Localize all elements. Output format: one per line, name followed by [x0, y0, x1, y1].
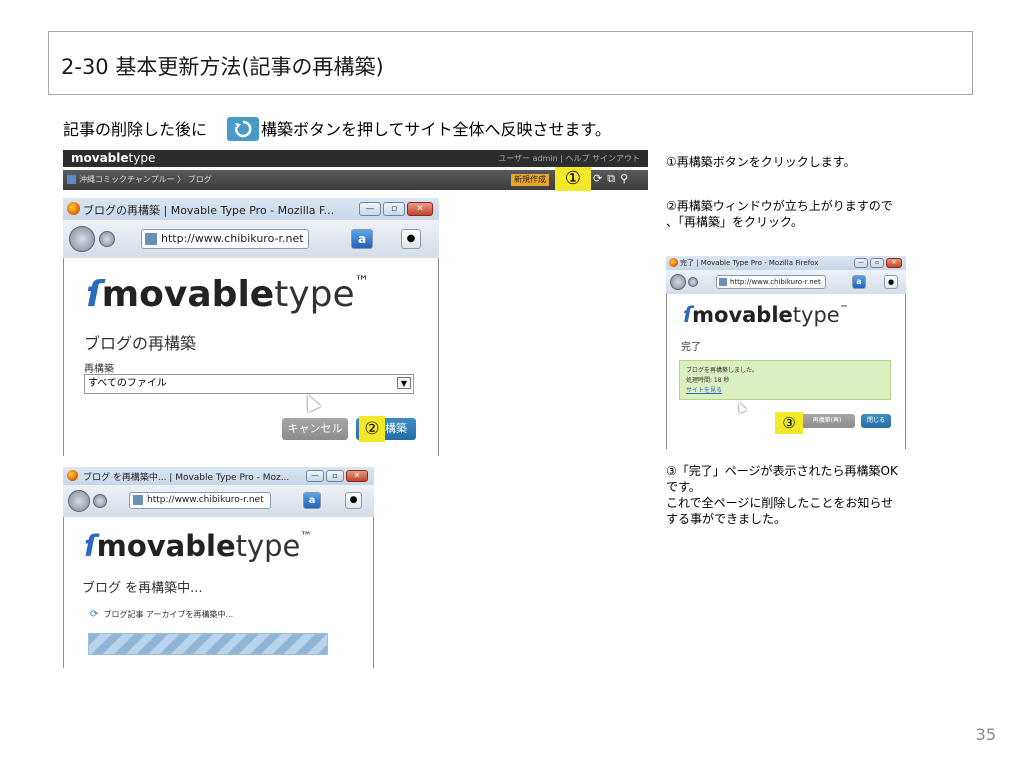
mt-toolbar-icons[interactable]: ⟳⧉⚲: [593, 172, 633, 186]
mt-user-menu[interactable]: ユーザー admin | ヘルプ サインアウト: [498, 153, 640, 164]
close-dialog-button[interactable]: 閉じる: [861, 414, 891, 428]
marker-2: ②: [359, 416, 385, 442]
addon-button[interactable]: ●: [345, 492, 362, 509]
addon-button[interactable]: ●: [884, 275, 898, 289]
mt-logo: movabletype: [71, 151, 156, 165]
search-icon[interactable]: ⚲: [620, 172, 633, 185]
blog-icon: [67, 175, 76, 184]
close-button[interactable]: ✕: [407, 202, 433, 216]
back-button[interactable]: [69, 226, 95, 252]
window-title: ブログ を再構築中... | Movable Type Pro - Moz...: [83, 473, 290, 483]
url-bar[interactable]: http://www.chibikuro-r.net: [716, 275, 826, 289]
mt-navbar: 沖縄コミックチャンプルー 〉 ブログ 新規作成 ① ⟳⧉⚲: [63, 167, 648, 191]
forward-button[interactable]: [93, 494, 107, 508]
browser-toolbar: http://www.chibikuro-r.net a ●: [63, 485, 374, 517]
minimize-button[interactable]: —: [306, 470, 324, 482]
marker-1: ①: [555, 167, 591, 191]
search-engine-button[interactable]: a: [303, 492, 321, 509]
browser-toolbar: http://www.chibikuro-r.net a ●: [63, 220, 439, 258]
window-title: ブログの再構築 | Movable Type Pro - Mozilla F..…: [83, 204, 335, 217]
view-site-link[interactable]: サイトを見る: [686, 385, 722, 394]
mt-header-screenshot: movabletype ユーザー admin | ヘルプ サインアウト 沖縄コミ…: [63, 150, 648, 191]
mt-topbar: movabletype ユーザー admin | ヘルプ サインアウト: [63, 150, 648, 167]
new-button[interactable]: 新規作成: [511, 174, 549, 186]
step-2-text: ②再構築ウィンドウが立ち上がりますので 、「再構築」をクリック。: [666, 199, 893, 229]
window-titlebar: 完了 | Movable Type Pro - Mozilla Firefox …: [666, 256, 906, 270]
maximize-button[interactable]: ▫: [383, 202, 405, 216]
mt-brand-logo: ſmovabletype™: [86, 274, 370, 315]
completion-message: ブログを再構築しました。 処理時間: 18 秒 サイトを見る: [679, 360, 891, 400]
progress-window: ブログ を再構築中... | Movable Type Pro - Moz...…: [63, 467, 374, 668]
cursor-icon: [735, 400, 747, 414]
forward-button[interactable]: [688, 277, 698, 287]
rebuild-again-button[interactable]: 再構築(再): [799, 414, 855, 428]
back-button[interactable]: [670, 274, 686, 290]
status-line: ⟳ ブログ記事 アーカイブを再構築中...: [90, 609, 234, 620]
browser-toolbar: http://www.chibikuro-r.net a ●: [666, 270, 906, 294]
rebuild-type-select[interactable]: すべてのファイル ▼: [84, 374, 414, 394]
minimize-button[interactable]: —: [359, 202, 381, 216]
page-number: 35: [975, 725, 996, 744]
globe-icon: [719, 278, 727, 286]
back-button[interactable]: [68, 490, 90, 512]
firefox-icon: [669, 258, 678, 267]
done-line-2: 処理時間: 18 秒: [686, 377, 730, 384]
mt-brand-logo: ſmovabletype™: [84, 529, 312, 563]
intro-line: 記事の削除した後に 構築ボタンを押してサイト全体へ反映させます。: [63, 116, 611, 143]
complete-window: 完了 | Movable Type Pro - Mozilla Firefox …: [666, 256, 906, 449]
dialog-heading: ブログ を再構築中...: [82, 581, 203, 596]
url-bar[interactable]: http://www.chibikuro-r.net: [129, 492, 271, 509]
cursor-icon: [301, 391, 321, 413]
intro-text-after: 構築ボタンを押してサイト全体へ反映させます。: [261, 120, 611, 139]
forward-button[interactable]: [99, 231, 115, 247]
search-engine-button[interactable]: a: [852, 275, 866, 289]
step-1-text: ①再構築ボタンをクリックします。: [666, 155, 856, 169]
close-button[interactable]: ✕: [346, 470, 368, 482]
view-site-icon[interactable]: ⧉: [607, 172, 620, 185]
chevron-down-icon: ▼: [397, 377, 411, 389]
addon-button[interactable]: ●: [401, 229, 421, 249]
window-body: ſmovabletype™ 完了 ブログを再構築しました。 処理時間: 18 秒…: [666, 294, 906, 449]
sync-spinner-icon: ⟳: [90, 609, 99, 620]
dialog-heading: 完了: [681, 342, 701, 353]
close-button[interactable]: ✕: [886, 258, 902, 268]
select-label: 再構築: [84, 364, 114, 375]
dialog-heading: ブログの再構築: [84, 334, 197, 353]
globe-icon: [145, 233, 157, 245]
globe-icon: [133, 494, 143, 505]
progress-bar: [88, 633, 328, 655]
window-titlebar: ブログの再構築 | Movable Type Pro - Mozilla F..…: [63, 198, 439, 220]
minimize-button[interactable]: —: [854, 258, 868, 268]
search-engine-button[interactable]: a: [351, 229, 373, 249]
url-bar[interactable]: http://www.chibikuro-r.net: [141, 229, 309, 249]
done-line-1: ブログを再構築しました。: [686, 367, 759, 374]
mt-brand-logo: ſmovabletype™: [683, 303, 849, 327]
rebuild-icon[interactable]: ⟳: [593, 172, 607, 185]
marker-3: ③: [775, 412, 803, 434]
breadcrumb[interactable]: 沖縄コミックチャンプルー 〉 ブログ: [67, 174, 212, 185]
window-title: 完了 | Movable Type Pro - Mozilla Firefox: [680, 259, 819, 267]
maximize-button[interactable]: ▫: [326, 470, 344, 482]
window-body: ſmovabletype™ ブログ を再構築中... ⟳ ブログ記事 アーカイブ…: [63, 517, 374, 668]
title-box: 2-30 基本更新方法(記事の再構築): [48, 31, 973, 95]
window-titlebar: ブログ を再構築中... | Movable Type Pro - Moz...…: [63, 467, 374, 485]
maximize-button[interactable]: ▫: [870, 258, 884, 268]
cancel-button[interactable]: キャンセル: [282, 418, 348, 440]
firefox-icon: [67, 470, 78, 481]
intro-text-before: 記事の削除した後に: [63, 120, 208, 139]
firefox-icon: [67, 202, 80, 215]
refresh-icon: [227, 116, 260, 141]
step-3-text: ③「完了」ページが表示されたら再構築OK です。 これで全ページに削除したことを…: [666, 464, 898, 526]
window-body: ſmovabletype™ ブログの再構築 再構築 すべてのファイル ▼ キャンセ…: [63, 258, 439, 456]
page-title: 2-30 基本更新方法(記事の再構築): [61, 55, 384, 79]
rebuild-window: ブログの再構築 | Movable Type Pro - Mozilla F..…: [63, 198, 439, 456]
